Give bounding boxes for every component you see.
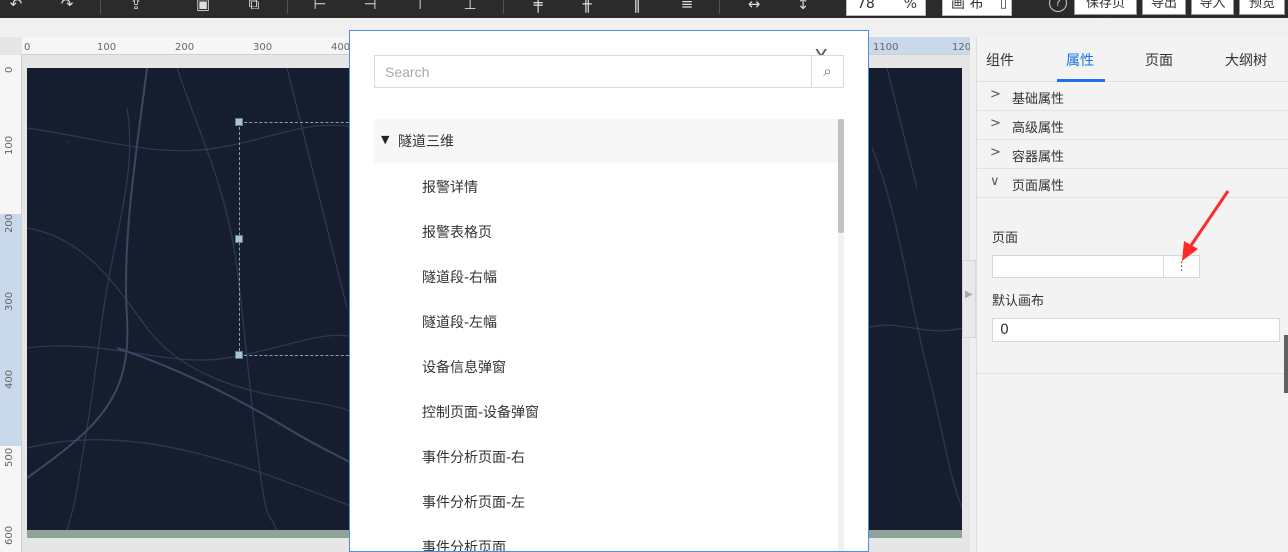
tab-outline-tree[interactable]: 大纲树 [1225, 50, 1267, 70]
tree-node-root[interactable]: ▼ 隧道三维 [374, 119, 838, 163]
section-label: 容器属性 [1012, 150, 1065, 165]
canvas-button[interactable]: 画 布 ▯ [942, 0, 1012, 16]
page-field-label: 页面 [992, 231, 1019, 246]
redo-icon[interactable]: ↷ [57, 0, 77, 14]
ruler-tick: 600 [4, 525, 15, 545]
tree-node-label: 隧道三维 [398, 134, 454, 150]
align-top-icon[interactable]: ⊤ [410, 0, 430, 14]
toolbar-divider [287, 0, 288, 14]
caret-right-icon: ▶ [965, 289, 973, 300]
align-bottom-icon[interactable]: ⊥ [460, 0, 480, 14]
scroll-edge-handle[interactable] [1284, 335, 1288, 393]
tree-item[interactable]: 控制页面-设备弹窗 [422, 402, 539, 422]
toolbar-divider [100, 0, 101, 14]
section-label: 页面属性 [1012, 179, 1065, 194]
ruler-tick: 0 [4, 66, 15, 73]
toolbar-divider [719, 0, 720, 14]
properties-panel: 组件 属性 页面 大纲树 > 基础属性 > 高级属性 > 容器属性 ∨ 页面属性… [976, 37, 1288, 552]
panel-tabs: 组件 属性 页面 大纲树 [977, 37, 1288, 82]
tree-item[interactable]: 设备信息弹窗 [422, 357, 506, 377]
chevron-right-icon: > [990, 87, 1001, 102]
ruler-tick: 200 [175, 42, 195, 53]
ruler-tick: 200 [4, 213, 15, 233]
toolbar: ↶ ↷ ⇪ ▣ ⧉ ⊢ ⊣ ⊤ ⊥ ╪ ╫ ‖ ≡ ↔ ↕ 78 % 画 布 ▯… [0, 0, 1288, 18]
section-container[interactable]: > 容器属性 [977, 140, 1288, 169]
upload-icon[interactable]: ⇪ [126, 0, 146, 14]
export-button[interactable]: 导出 [1142, 0, 1186, 15]
search-input[interactable] [375, 56, 811, 87]
section-page[interactable]: ∨ 页面属性 [977, 169, 1288, 198]
page-tree: ▼ 隧道三维 报警详情 报警表格页 隧道段-右幅 隧道段-左幅 设备信息弹窗 控… [374, 119, 844, 551]
section-label: 高级属性 [1012, 121, 1065, 136]
toolbar-divider [503, 0, 504, 14]
align-right-icon[interactable]: ⊣ [360, 0, 380, 14]
search-icon[interactable]: ⌕ [811, 56, 843, 87]
ruler-tick: 400 [4, 369, 15, 389]
ruler-tick: 100 [97, 42, 117, 53]
undo-icon[interactable]: ↶ [6, 0, 26, 14]
zoom-input[interactable]: 78 % [846, 0, 926, 16]
search-field: ⌕ [374, 55, 844, 88]
help-icon[interactable]: ? [1049, 0, 1067, 12]
panel-collapse-toggle[interactable]: ▶ [962, 260, 976, 338]
resize-handle[interactable] [235, 118, 243, 126]
distribute-v-icon[interactable]: ≡ [677, 0, 697, 14]
tree-item[interactable]: 事件分析页面-右 [422, 447, 525, 467]
section-advanced[interactable]: > 高级属性 [977, 111, 1288, 140]
import-button[interactable]: 导入 [1191, 0, 1234, 15]
ruler-tick: 500 [4, 447, 15, 467]
resize-handle[interactable] [235, 351, 243, 359]
tree-item[interactable]: 隧道段-右幅 [422, 267, 497, 287]
page-picker-modal: X ⌕ ▼ 隧道三维 报警详情 报警表格页 隧道段-右幅 隧道段-左幅 设备信息… [349, 30, 869, 552]
chevron-right-icon: > [990, 145, 1001, 160]
divider [977, 373, 1288, 374]
distribute-h-icon[interactable]: ‖ [627, 0, 647, 14]
default-canvas-input[interactable]: 0 [992, 318, 1280, 342]
ruler-tick: 400 [331, 42, 351, 53]
ungroup-icon[interactable]: ⧉ [244, 0, 264, 14]
ruler-tick: 100 [4, 135, 15, 155]
chevron-right-icon: > [990, 116, 1001, 131]
same-height-icon[interactable]: ↕ [793, 0, 813, 14]
zoom-value: 78 [857, 0, 875, 12]
scrollbar-thumb[interactable] [838, 119, 844, 233]
section-basic[interactable]: > 基础属性 [977, 82, 1288, 111]
canvas-label: 画 布 [951, 0, 984, 12]
tree-item[interactable]: 事件分析页面 [422, 537, 506, 551]
annotation-arrow-icon [1182, 190, 1230, 261]
selection-box[interactable] [239, 122, 359, 356]
tab-pages[interactable]: 页面 [1145, 50, 1173, 70]
align-v-center-icon[interactable]: ╫ [577, 0, 597, 14]
tree-item[interactable]: 报警表格页 [422, 222, 492, 242]
zoom-unit: % [903, 0, 917, 12]
ruler-tick: 1100 [873, 42, 899, 53]
map-label: · [67, 138, 70, 147]
vertical-ruler: 0 100 200 300 400 500 600 [0, 55, 22, 552]
document-icon: ▯ [999, 0, 1007, 11]
ruler-highlight [0, 214, 21, 446]
page-select-input[interactable]: ⋮ [992, 255, 1200, 278]
ruler-tick: 300 [253, 42, 273, 53]
ruler-tick: 120 [952, 42, 970, 53]
resize-handle[interactable] [235, 235, 243, 243]
align-h-center-icon[interactable]: ╪ [528, 0, 548, 14]
caret-down-icon[interactable]: ▼ [381, 133, 389, 146]
default-canvas-label: 默认画布 [992, 294, 1045, 309]
tree-item[interactable]: 隧道段-左幅 [422, 312, 497, 332]
align-left-icon[interactable]: ⊢ [310, 0, 330, 14]
save-page-button[interactable]: 保存页面 [1074, 0, 1137, 18]
ruler-tick: 300 [4, 291, 15, 311]
group-icon[interactable]: ▣ [193, 0, 213, 14]
chevron-down-icon: ∨ [990, 174, 1000, 189]
tab-components[interactable]: 组件 [986, 50, 1014, 70]
same-width-icon[interactable]: ↔ [744, 0, 764, 14]
section-label: 基础属性 [1012, 92, 1065, 107]
tab-properties[interactable]: 属性 [1066, 50, 1094, 70]
tree-item[interactable]: 事件分析页面-左 [422, 492, 525, 512]
tree-item[interactable]: 报警详情 [422, 177, 478, 197]
preview-button[interactable]: 预览 [1239, 0, 1285, 15]
ruler-tick: 0 [24, 42, 31, 53]
